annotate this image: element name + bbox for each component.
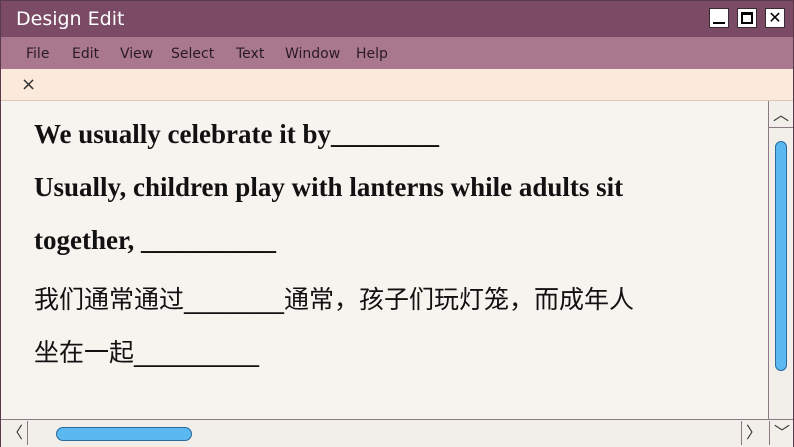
- document-line-2: Usually, children play with lanterns whi…: [34, 172, 624, 202]
- menu-edit[interactable]: Edit: [72, 46, 99, 62]
- document-line-5: 坐在一起__________: [34, 338, 260, 367]
- maximize-icon: [741, 12, 753, 24]
- app-window: Design Edit ✕ File Edit View Select Text…: [0, 0, 794, 447]
- horizontal-scroll-thumb[interactable]: [56, 427, 192, 441]
- document-line-4: 我们通常通过________通常，孩子们玩灯笼，而成年人: [34, 285, 635, 314]
- menu-select[interactable]: Select: [171, 46, 214, 62]
- menu-view[interactable]: View: [120, 46, 153, 62]
- scroll-right-icon[interactable]: 〉: [741, 421, 766, 445]
- scroll-up-icon[interactable]: ︿: [769, 103, 793, 128]
- close-icon: ✕: [768, 8, 782, 27]
- menu-file[interactable]: File: [26, 46, 49, 62]
- horizontal-scrollbar[interactable]: 〈 〉 ﹀: [1, 419, 793, 447]
- document-line-1: We usually celebrate it by________: [34, 119, 439, 149]
- tab-bar: ×: [1, 69, 793, 101]
- scroll-left-icon[interactable]: 〈: [3, 421, 28, 445]
- title-bar[interactable]: Design Edit ✕: [1, 1, 793, 37]
- vertical-scrollbar[interactable]: ︿: [768, 101, 793, 419]
- scroll-down-icon[interactable]: ﹀: [769, 421, 794, 445]
- minimize-icon: [713, 22, 725, 24]
- menu-bar: File Edit View Select Text Window Help: [1, 37, 793, 69]
- document-canvas[interactable]: We usually celebrate it by________ Usual…: [1, 101, 768, 419]
- vertical-scroll-thumb[interactable]: [775, 141, 787, 371]
- minimize-button[interactable]: [709, 8, 729, 28]
- tab-close-icon[interactable]: ×: [21, 74, 36, 95]
- window-title: Design Edit: [16, 8, 125, 30]
- close-button[interactable]: ✕: [765, 8, 785, 28]
- document-line-3: together, __________: [34, 225, 276, 255]
- menu-help[interactable]: Help: [356, 46, 388, 62]
- menu-text[interactable]: Text: [236, 46, 264, 62]
- menu-window[interactable]: Window: [285, 46, 340, 62]
- maximize-button[interactable]: [737, 8, 757, 28]
